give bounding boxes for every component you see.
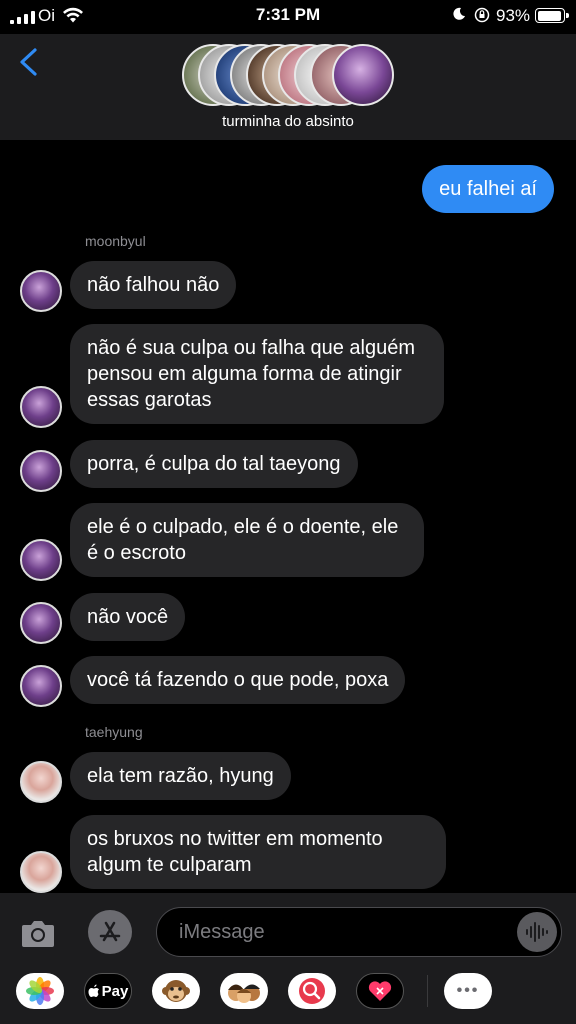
incoming-message[interactable]: porra, é culpa do tal taeyong bbox=[70, 440, 358, 488]
message-input-placeholder: iMessage bbox=[179, 921, 265, 943]
monkey-icon bbox=[162, 980, 190, 1002]
incoming-message[interactable]: não falhou não bbox=[70, 261, 237, 309]
battery-icon bbox=[535, 8, 569, 23]
more-label: ••• bbox=[456, 982, 480, 999]
app-drawer-divider bbox=[427, 975, 428, 1007]
memoji-icon bbox=[228, 984, 260, 1003]
incoming-message[interactable]: não é sua culpa ou falha que alguém pens… bbox=[70, 324, 444, 424]
incoming-message[interactable]: ele é o culpado, ele é o doente, ele é o… bbox=[70, 503, 424, 577]
group-avatars[interactable] bbox=[182, 44, 394, 106]
image-search-app-button[interactable] bbox=[288, 973, 336, 1009]
apple-pay-label: Pay bbox=[101, 982, 129, 1000]
sender-name: taehyung bbox=[85, 724, 143, 740]
app-store-button[interactable] bbox=[88, 910, 132, 954]
sender-name: moonbyul bbox=[85, 233, 146, 249]
orientation-lock-icon bbox=[474, 7, 490, 23]
incoming-message[interactable]: os bruxos no twitter em momento algum te… bbox=[70, 815, 446, 889]
app-drawer: Pay ••• bbox=[0, 973, 576, 1017]
memoji-app-button[interactable] bbox=[220, 973, 268, 1009]
message-input[interactable]: iMessage bbox=[156, 907, 562, 957]
audio-message-button[interactable] bbox=[517, 912, 557, 952]
sender-avatar[interactable] bbox=[20, 386, 62, 428]
do-not-disturb-moon-icon bbox=[453, 7, 465, 20]
incoming-message[interactable]: você tá fazendo o que pode, poxa bbox=[70, 656, 406, 704]
group-name[interactable]: turminha do absinto bbox=[0, 113, 576, 130]
battery-percentage: 93% bbox=[496, 6, 531, 25]
sender-avatar[interactable] bbox=[20, 539, 62, 581]
sender-avatar[interactable] bbox=[20, 665, 62, 707]
compose-bar: iMessage Pay ••• bbox=[0, 893, 576, 1024]
incoming-message[interactable]: não você bbox=[70, 593, 186, 641]
apple-logo-icon bbox=[88, 984, 99, 997]
sender-avatar[interactable] bbox=[20, 270, 62, 312]
sender-avatar[interactable] bbox=[20, 602, 62, 644]
photos-icon bbox=[26, 977, 54, 1005]
sender-avatar[interactable] bbox=[20, 450, 62, 492]
conversation-header: turminha do absinto bbox=[0, 34, 576, 140]
more-apps-button[interactable]: ••• bbox=[444, 973, 492, 1009]
outgoing-message[interactable]: eu falhei aí bbox=[422, 165, 554, 213]
animoji-app-button[interactable] bbox=[152, 973, 200, 1009]
group-member-avatar bbox=[332, 44, 394, 106]
sender-avatar[interactable] bbox=[20, 851, 62, 893]
globe-search-icon bbox=[299, 978, 325, 1004]
sender-avatar[interactable] bbox=[20, 761, 62, 803]
photos-app-button[interactable] bbox=[16, 973, 64, 1009]
camera-icon[interactable] bbox=[18, 913, 58, 953]
app-store-icon bbox=[99, 921, 121, 942]
apple-pay-button[interactable]: Pay bbox=[84, 973, 132, 1009]
heart-touch-icon bbox=[368, 981, 392, 1001]
chevron-left-icon[interactable] bbox=[16, 47, 40, 77]
incoming-message[interactable]: ela tem razão, hyung bbox=[70, 752, 291, 800]
digital-touch-app-button[interactable] bbox=[356, 973, 404, 1009]
waveform-icon bbox=[526, 922, 548, 942]
status-bar: Oi 7:31 PM 93% bbox=[0, 0, 576, 34]
